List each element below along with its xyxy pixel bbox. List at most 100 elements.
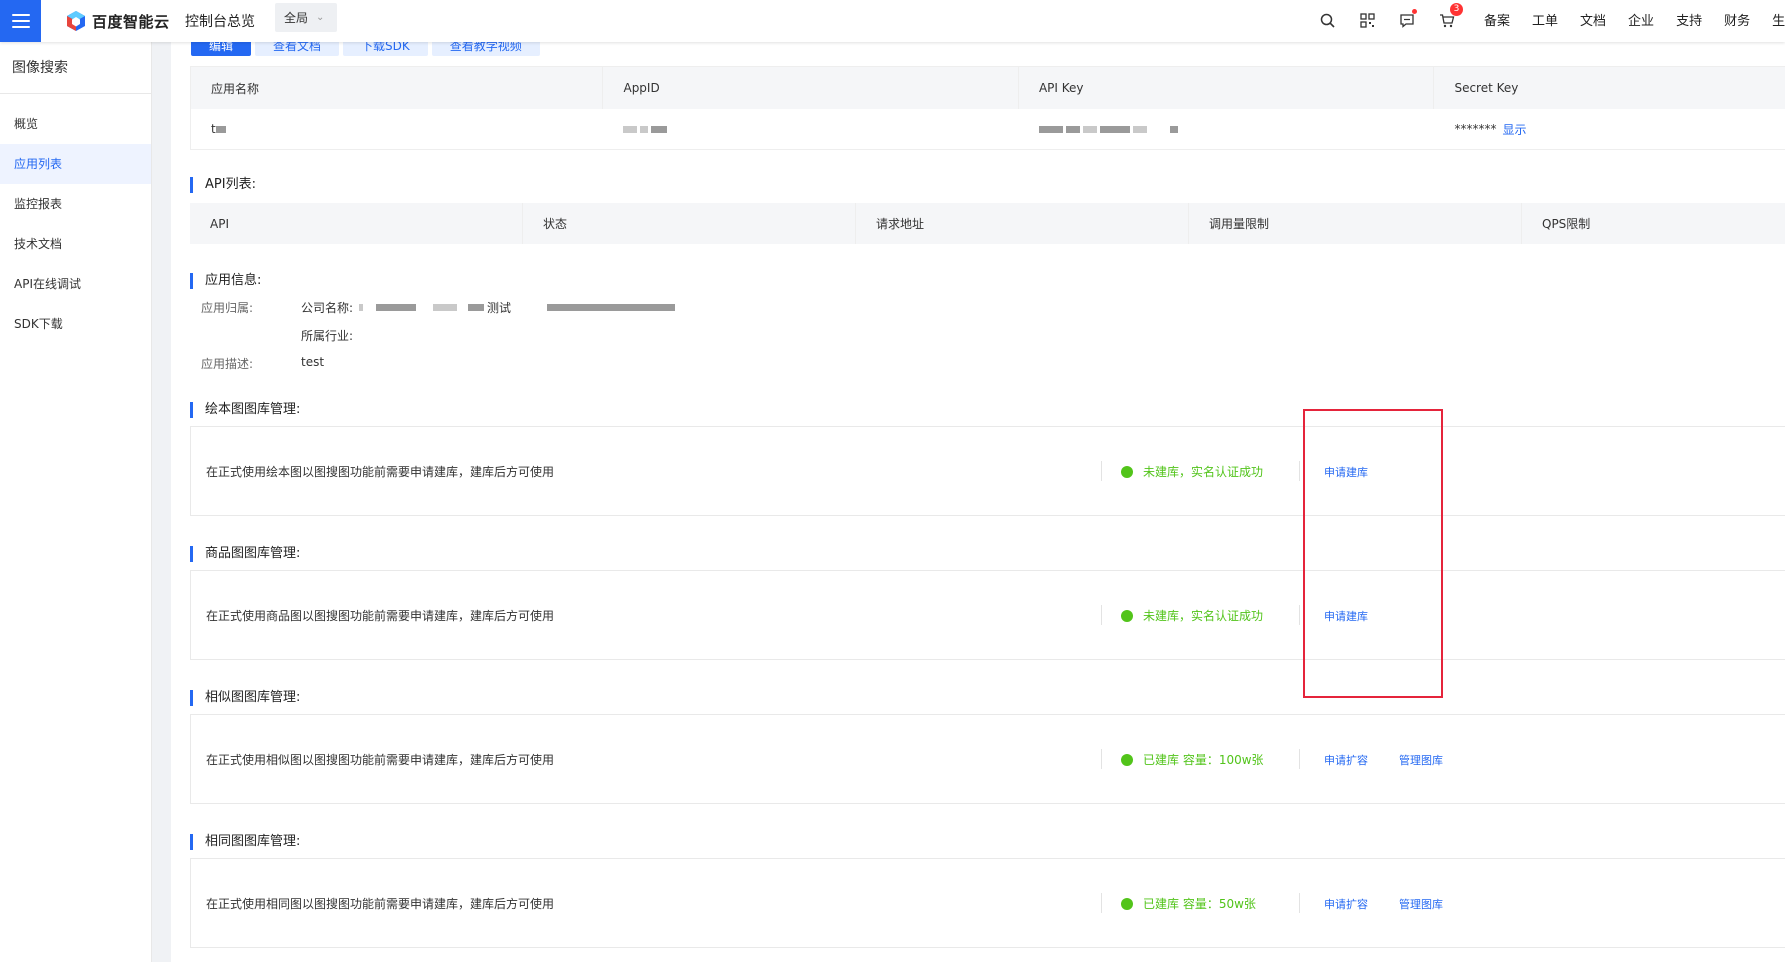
hamburger-menu-button[interactable]: [0, 0, 41, 42]
app-desc-value: test: [301, 355, 325, 369]
redacted-block: [1169, 125, 1178, 133]
col-app-name: 应用名称: [191, 67, 604, 109]
sidebar-gutter: [152, 42, 171, 962]
redacted-block: [1038, 125, 1063, 133]
secret-key-masked: *******: [1454, 122, 1497, 136]
top-icon-group: 3: [1315, 3, 1475, 32]
picturebook-library-panel: 在正式使用绘本图以图搜图功能前需要申请建库，建库后方可使用 未建库，实名认证成功…: [190, 426, 1785, 516]
message-icon[interactable]: [1395, 8, 1419, 32]
brand-logo[interactable]: 百度智能云: [66, 9, 170, 33]
sidebar: 图像搜索 概览 应用列表 监控报表 技术文档 API在线调试 SDK下载: [0, 42, 152, 962]
product-library-title: 商品图图库管理:: [190, 546, 300, 562]
console-overview-link[interactable]: 控制台总览: [185, 11, 255, 31]
sidebar-item-monitoring[interactable]: 监控报表: [0, 184, 151, 224]
divider: [1299, 461, 1300, 481]
view-docs-button[interactable]: 查看文档: [255, 42, 340, 56]
company-info: 公司名称: 测试: [301, 299, 678, 316]
qrcode-icon[interactable]: [1355, 8, 1379, 32]
manage-library-link[interactable]: 管理图库: [1399, 896, 1443, 912]
edit-button[interactable]: 编辑: [191, 42, 252, 56]
top-link-enterprise[interactable]: 企业: [1628, 10, 1654, 29]
col-secret-key: Secret Key: [1454, 81, 1519, 95]
download-sdk-button[interactable]: 下载SDK: [343, 42, 428, 56]
view-tutorial-video-button[interactable]: 查看教学视频: [431, 42, 540, 56]
redacted-block: [640, 125, 649, 133]
secret-key-cell: ******* 显示: [1434, 109, 1785, 149]
col-api: API: [190, 203, 523, 244]
app-belong-label: 应用归属:: [201, 301, 254, 315]
divider: [1299, 893, 1300, 913]
app-action-buttons: 编辑 查看文档 下载SDK 查看教学视频: [191, 42, 540, 56]
col-appid: AppID: [603, 67, 1019, 109]
table-header: 应用名称 AppID API Key Secret Key: [191, 67, 1785, 109]
status-dot-icon: [1121, 465, 1133, 478]
col-request-url: 请求地址: [856, 203, 1189, 244]
status-dot-icon: [1121, 753, 1133, 766]
annotation-highlight-box: [1303, 409, 1443, 698]
library-description: 在正式使用相同图以图搜图功能前需要申请建库，建库后方可使用: [206, 897, 555, 911]
same-image-library-title: 相同图图库管理:: [190, 834, 300, 850]
library-description: 在正式使用商品图以图搜图功能前需要申请建库，建库后方可使用: [206, 609, 555, 623]
divider: [1101, 893, 1102, 913]
similar-library-title: 相似图图库管理:: [190, 690, 300, 706]
redacted-block: [1099, 125, 1130, 133]
app-desc-label: 应用描述:: [201, 357, 254, 371]
redacted-block: [468, 304, 485, 311]
sidebar-item-api-debug[interactable]: API在线调试: [0, 264, 151, 304]
sidebar-item-app-list[interactable]: 应用列表: [0, 144, 151, 184]
sidebar-item-tech-docs[interactable]: 技术文档: [0, 224, 151, 264]
app-name-cell: t: [191, 109, 603, 149]
search-icon[interactable]: [1315, 8, 1339, 32]
cart-icon[interactable]: 3: [1435, 3, 1463, 32]
apply-expand-capacity-link[interactable]: 申请扩容: [1324, 896, 1368, 912]
col-qps-limit: QPS限制 展: [1522, 203, 1785, 244]
divider: [1299, 605, 1300, 625]
top-link-filing[interactable]: 备案: [1484, 10, 1510, 29]
top-link-docs[interactable]: 文档: [1580, 10, 1606, 29]
library-status: 已建库 容量：50w张: [1121, 895, 1256, 912]
product-library-panel: 在正式使用商品图以图搜图功能前需要申请建库，建库后方可使用 未建库，实名认证成功…: [190, 570, 1785, 660]
apply-expand-capacity-link[interactable]: 申请扩容: [1324, 752, 1368, 768]
status-dot-icon: [1121, 609, 1133, 622]
library-description: 在正式使用绘本图以图搜图功能前需要申请建库，建库后方可使用: [206, 465, 555, 479]
region-label: 全局: [284, 11, 309, 25]
library-status-text: 未建库，实名认证成功: [1143, 465, 1264, 479]
industry-label: 所属行业:: [301, 329, 354, 343]
top-link-support[interactable]: 支持: [1676, 10, 1702, 29]
divider: [1101, 461, 1102, 481]
library-description: 在正式使用相似图以图搜图功能前需要申请建库，建库后方可使用: [206, 753, 555, 767]
company-name-suffix: 测试: [487, 301, 512, 315]
table-row: t ******* 显示: [191, 109, 1785, 149]
top-link-finance[interactable]: 财务: [1724, 10, 1750, 29]
similar-library-panel: 在正式使用相似图以图搜图功能前需要申请建库，建库后方可使用 已建库 容量：100…: [190, 714, 1785, 804]
api-list-title: API列表:: [190, 177, 256, 193]
show-secret-link[interactable]: 显示: [1502, 121, 1526, 138]
appid-cell: [603, 109, 1018, 149]
company-name-label: 公司名称:: [301, 301, 354, 315]
manage-library-link[interactable]: 管理图库: [1399, 752, 1443, 768]
sidebar-item-overview[interactable]: 概览: [0, 104, 151, 144]
top-navbar: 百度智能云 控制台总览 全局 ⌄ 3 备案 工单 文档 企业 支持 财务 生: [0, 0, 1785, 42]
picturebook-library-title: 绘本图图库管理:: [190, 402, 300, 418]
redacted-block: [1132, 125, 1147, 133]
divider: [1299, 749, 1300, 769]
table-header: API 状态 请求地址 调用量限制 QPS限制 展: [190, 203, 1785, 244]
api-key-cell: [1019, 109, 1434, 149]
col-api-key: API Key: [1019, 67, 1435, 109]
menu-line: [11, 14, 30, 16]
brand-name: 百度智能云: [92, 12, 170, 31]
library-status-text: 已建库 容量：100w张: [1143, 753, 1264, 767]
library-status: 未建库，实名认证成功: [1121, 607, 1263, 624]
sidebar-item-sdk-download[interactable]: SDK下载: [0, 304, 151, 344]
top-link-more[interactable]: 生: [1772, 10, 1785, 29]
redacted-block: [623, 125, 638, 133]
region-selector[interactable]: 全局 ⌄: [275, 3, 337, 32]
api-list-table: API 状态 请求地址 调用量限制 QPS限制 展: [190, 203, 1785, 244]
cart-badge-count: 3: [1450, 3, 1463, 16]
top-links: 备案 工单 文档 企业 支持 财务 生: [1484, 10, 1785, 29]
app-credentials-table: 应用名称 AppID API Key Secret Key t ******* …: [190, 66, 1785, 150]
menu-line: [11, 26, 30, 28]
redacted-block: [433, 304, 458, 311]
top-link-ticket[interactable]: 工单: [1532, 10, 1558, 29]
app-info-title: 应用信息:: [190, 273, 261, 289]
